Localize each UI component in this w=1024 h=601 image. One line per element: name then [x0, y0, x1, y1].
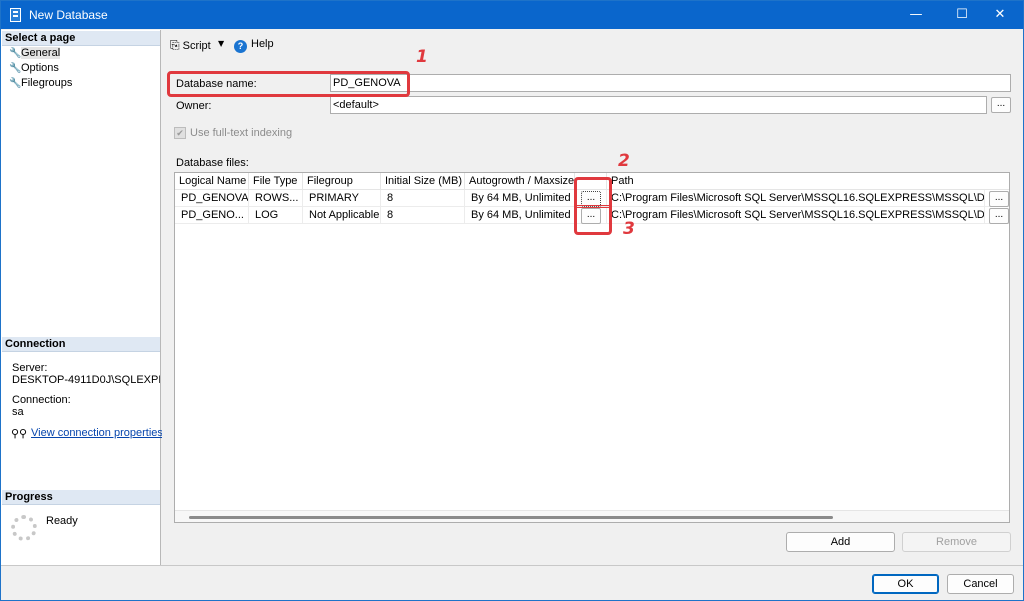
cell-path[interactable]: C:\Program Files\Microsoft SQL Server\MS…: [607, 190, 985, 207]
select-page-heading: Select a page: [2, 31, 160, 46]
left-pane: Select a page 🔧General 🔧Options 🔧Filegro…: [1, 30, 163, 565]
connection-heading: Connection: [2, 337, 160, 352]
ok-button[interactable]: OK: [872, 574, 939, 594]
progress-status: Ready: [46, 515, 78, 527]
new-database-window: New Database — ☐ ✕ Select a page 🔧Genera…: [0, 0, 1024, 601]
connection-properties-icon: ⚲⚲: [11, 427, 28, 440]
add-button[interactable]: Add: [786, 532, 895, 552]
progress-heading: Progress: [2, 490, 160, 505]
owner-input[interactable]: <default>: [330, 96, 987, 114]
col-file-type[interactable]: File Type: [249, 173, 303, 190]
cell-autogrowth: By 64 MB, Unlimited: [465, 190, 575, 207]
annotation-number-1: 1: [416, 47, 428, 67]
cancel-button[interactable]: Cancel: [947, 574, 1014, 594]
title-bar: New Database — ☐ ✕: [1, 1, 1023, 29]
fulltext-checkbox[interactable]: ✔: [174, 127, 186, 139]
script-icon: ⎘: [170, 38, 180, 52]
page-item-filegroups[interactable]: 🔧Filegroups: [9, 76, 72, 90]
wrench-icon: 🔧: [9, 63, 22, 74]
cell-autogrowth: By 64 MB, Unlimited: [465, 207, 575, 224]
wrench-icon: 🔧: [9, 78, 22, 89]
connection-label: Connection:: [12, 394, 71, 406]
server-value: DESKTOP-4911D0J\SQLEXPRESS: [12, 374, 160, 386]
database-name-input[interactable]: PD_GENOVA: [330, 74, 1011, 92]
annotation-box-1: [167, 71, 410, 97]
script-button[interactable]: ⎘ Script: [170, 38, 211, 53]
annotation-divider: [574, 205, 612, 208]
cell-filegroup[interactable]: PRIMARY: [303, 190, 381, 207]
annotation-number-3: 3: [623, 219, 635, 239]
cell-logical-name[interactable]: PD_GENO...: [175, 207, 249, 224]
cell-filegroup[interactable]: Not Applicable: [303, 207, 381, 224]
page-item-general[interactable]: 🔧General: [9, 46, 61, 60]
col-autogrowth[interactable]: Autogrowth / Maxsize: [465, 173, 575, 190]
cell-path[interactable]: C:\Program Files\Microsoft SQL Server\MS…: [607, 207, 985, 224]
page-item-options[interactable]: 🔧Options: [9, 61, 59, 75]
database-app-icon: [10, 8, 21, 22]
minimize-button[interactable]: —: [893, 1, 939, 29]
path-browse-button[interactable]: ...: [989, 191, 1009, 207]
path-browse-button[interactable]: ...: [989, 208, 1009, 224]
cell-initial-size[interactable]: 8: [381, 207, 465, 224]
help-button[interactable]: ? Help: [234, 38, 274, 53]
cell-file-type[interactable]: LOG: [249, 207, 303, 224]
remove-button[interactable]: Remove: [902, 532, 1011, 552]
col-filegroup[interactable]: Filegroup: [303, 173, 381, 190]
col-path[interactable]: Path: [607, 173, 1009, 190]
dialog-footer: OK Cancel: [1, 565, 1023, 600]
toolbar: ⎘ Script ▼ ? Help: [162, 30, 1023, 58]
cell-initial-size[interactable]: 8: [381, 190, 465, 207]
window-title: New Database: [29, 8, 108, 22]
owner-browse-button[interactable]: ...: [991, 97, 1011, 113]
progress-spinner-icon: [11, 515, 37, 541]
cell-logical-name[interactable]: PD_GENOVA: [175, 190, 249, 207]
script-dropdown-arrow-icon[interactable]: ▼: [218, 39, 224, 48]
view-connection-properties-link[interactable]: View connection properties: [31, 427, 163, 439]
main-pane: Database name: PD_GENOVA Owner: <default…: [162, 58, 1023, 565]
col-initial-size[interactable]: Initial Size (MB): [381, 173, 465, 190]
wrench-icon: 🔧: [9, 48, 22, 59]
scrollbar-thumb[interactable]: [189, 516, 833, 519]
annotation-number-2: 2: [618, 151, 630, 171]
col-logical-name[interactable]: Logical Name: [175, 173, 249, 190]
close-button[interactable]: ✕: [977, 1, 1023, 29]
fulltext-label: Use full-text indexing: [190, 127, 293, 139]
cell-file-type[interactable]: ROWS...: [249, 190, 303, 207]
connection-value: sa: [12, 406, 24, 418]
database-files-label: Database files:: [176, 157, 249, 169]
horizontal-scrollbar[interactable]: [175, 510, 1009, 522]
help-icon: ?: [234, 40, 247, 53]
owner-label: Owner:: [176, 100, 212, 112]
server-label: Server:: [12, 362, 48, 374]
